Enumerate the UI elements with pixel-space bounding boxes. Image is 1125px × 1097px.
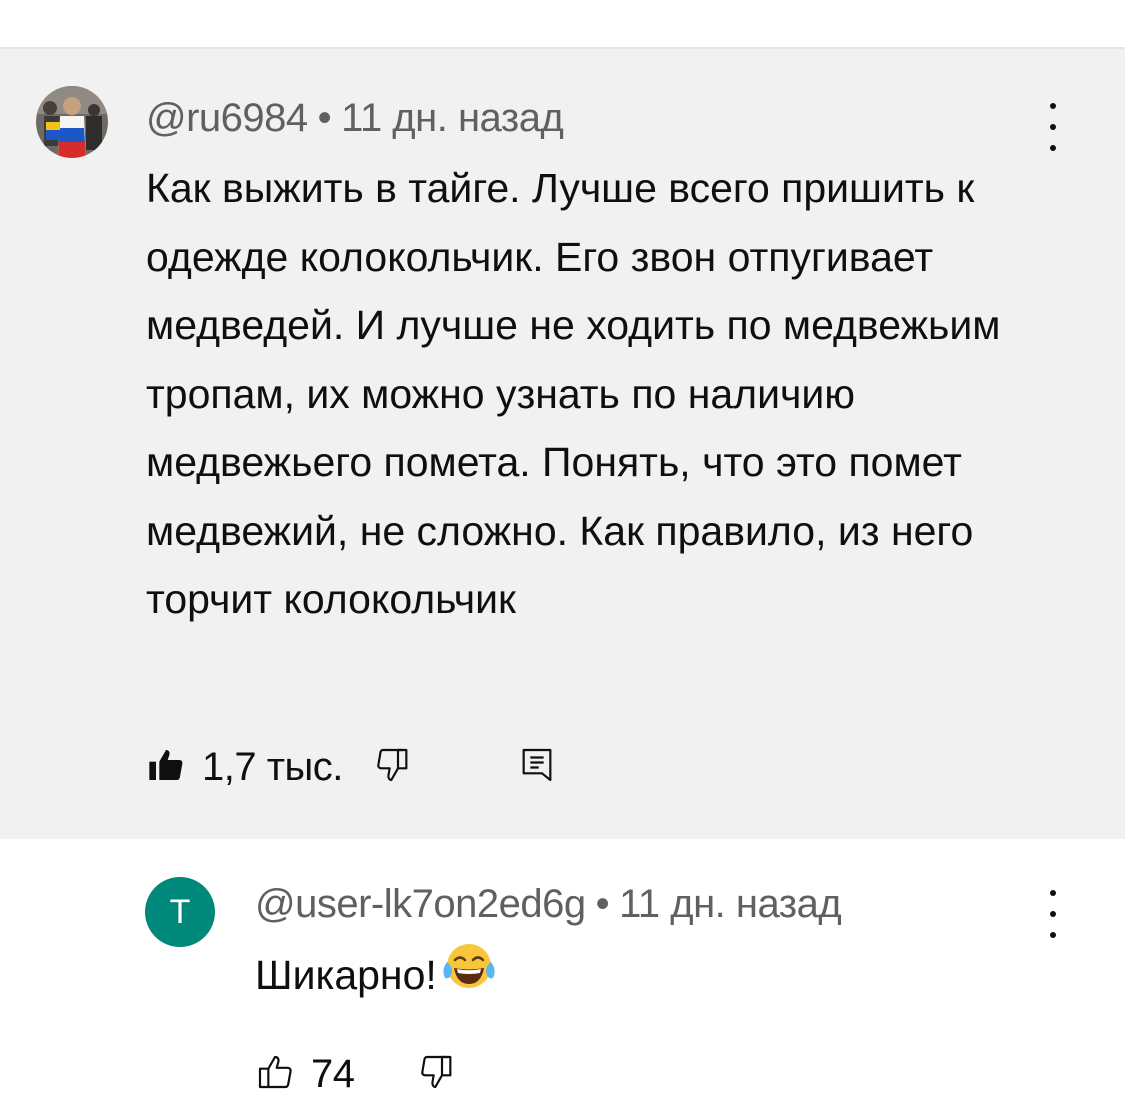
commenter-avatar[interactable] — [36, 86, 108, 158]
thumbs-down-outline-icon[interactable] — [373, 745, 413, 790]
like-count: 1,7 тыс. — [202, 745, 343, 789]
more-vertical-icon[interactable] — [1041, 890, 1065, 938]
thumbs-up-outline-icon[interactable] — [255, 1052, 295, 1097]
thumbs-up-filled-icon[interactable] — [146, 745, 186, 790]
comment-time[interactable]: 11 дн. назад — [341, 96, 564, 140]
comment-actions: 1,7 тыс. — [146, 745, 557, 790]
comment-meta: @ru6984 • 11 дн. назад — [146, 96, 564, 141]
reply-time[interactable]: 11 дн. назад — [619, 882, 842, 926]
tears-of-joy-emoji-icon — [441, 940, 497, 1010]
reply-text: Шикарно! — [255, 940, 497, 1010]
meta-separator: • — [595, 882, 610, 926]
meta-separator: • — [317, 96, 332, 140]
thumbs-down-outline-icon[interactable] — [417, 1052, 457, 1097]
comment-text: Как выжить в тайге. Лучше всего пришить … — [146, 165, 1001, 622]
avatar-letter: Т — [169, 892, 191, 931]
reply-text-content: Шикарно! — [255, 952, 437, 998]
avatar-photo-icon — [36, 86, 108, 158]
reply-meta: @user-lk7on2ed6g • 11 дн. назад — [255, 882, 842, 927]
reply-avatar[interactable]: Т — [145, 877, 215, 947]
more-vertical-icon[interactable] — [1041, 103, 1065, 151]
reply-comment-icon[interactable] — [517, 745, 557, 790]
reply-author[interactable]: @user-lk7on2ed6g — [255, 882, 586, 926]
comment-author[interactable]: @ru6984 — [146, 96, 308, 140]
reply-actions: 74 — [255, 1052, 457, 1097]
like-count: 74 — [311, 1052, 355, 1096]
